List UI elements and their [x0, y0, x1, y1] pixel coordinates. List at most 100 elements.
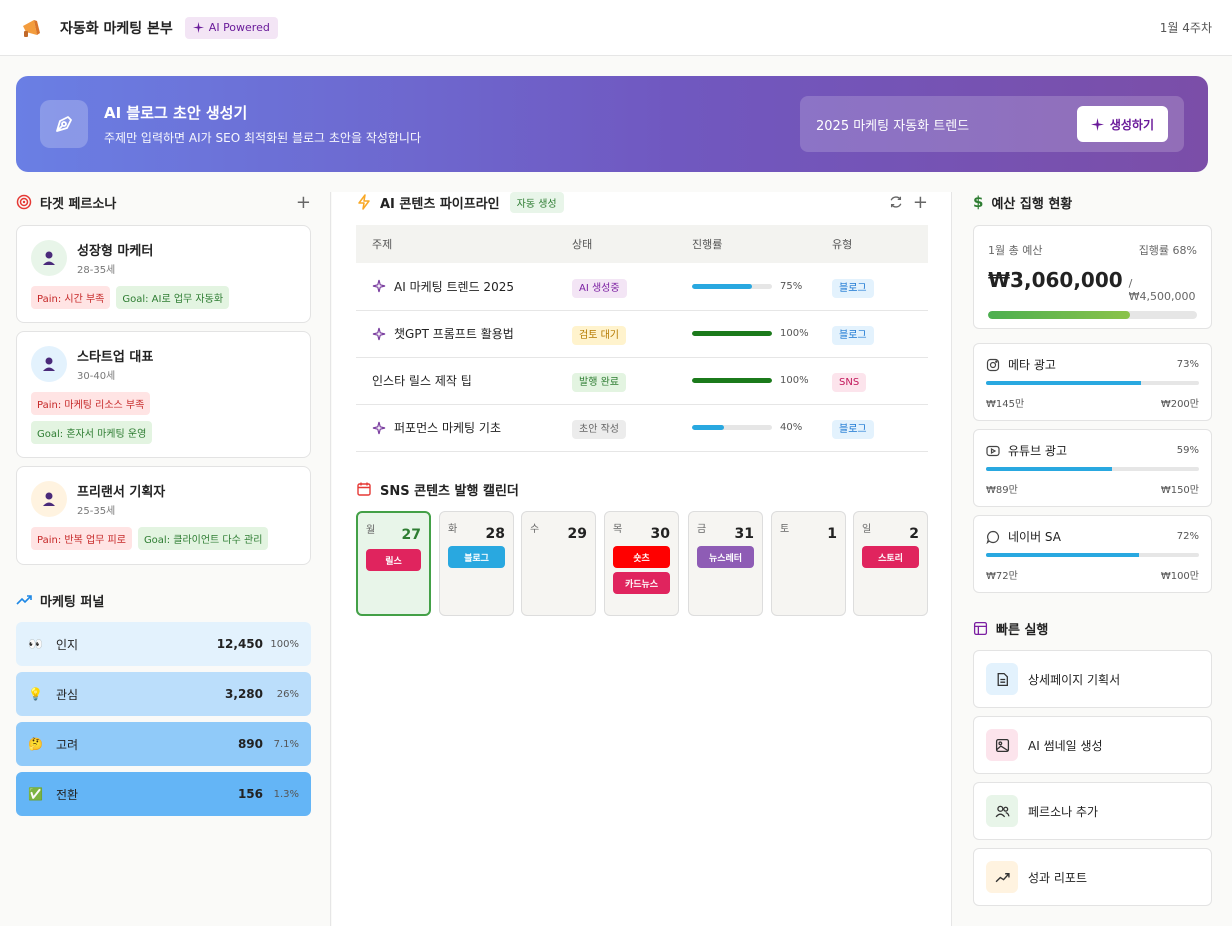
progress-fill [692, 378, 772, 383]
quick-action-add-persona[interactable]: 페르소나 추가 [973, 782, 1212, 840]
calendar-day[interactable]: 금 31 뉴스레터 [688, 511, 763, 616]
persona-name: 스타트업 대표 [77, 350, 154, 365]
persona-card[interactable]: 프리랜서 기획자 25-35세 Pain: 반복 업무 피로 Goal: 클라이… [16, 466, 311, 565]
column-header: 상태 [556, 225, 676, 263]
progress-bar [692, 283, 772, 289]
progress-fill [692, 283, 752, 289]
persona-card[interactable]: 스타트업 대표 30-40세 Pain: 마케팅 리소스 부족 Goal: 혼자… [16, 331, 311, 458]
dollar-icon: $ [973, 193, 984, 211]
funnel-stage: 💡 관심 3,280 26% [16, 672, 311, 716]
status-badge: AI 생성중 [572, 278, 627, 298]
calendar-day[interactable]: 월 27 릴스 [356, 511, 431, 616]
sparkle-icon [372, 421, 386, 434]
eyes-icon: 👀 [28, 637, 43, 651]
progress-fill [692, 331, 772, 336]
column-header: 유형 [816, 225, 928, 263]
progress-fill [692, 425, 724, 430]
content-chip[interactable]: 카드뉴스 [613, 572, 670, 594]
channel-card[interactable]: 유튜브 광고 59% ₩89만 ₩150만 [973, 429, 1212, 507]
goal-tag: Goal: AI로 업무 자동화 [116, 286, 230, 309]
quick-action-ai-thumbnail[interactable]: AI 썸네일 생성 [973, 716, 1212, 774]
topic-input-box[interactable]: 2025 마케팅 자동화 트렌드 생성하기 [800, 96, 1184, 152]
lightning-icon [358, 194, 370, 210]
chat-bubble-icon [986, 530, 1000, 544]
topic-cell: AI 마케팅 트렌드 2025 [394, 279, 514, 294]
user-icon [31, 481, 67, 517]
thinking-face-icon: 🤔 [28, 737, 43, 751]
calendar-day[interactable]: 목 30 숏츠 카드뉴스 [604, 511, 679, 616]
pain-tag: Pain: 반복 업무 피로 [31, 527, 132, 550]
type-badge: SNS [832, 372, 867, 392]
table-row[interactable]: AI 마케팅 트렌드 2025 AI 생성중 75% 블로그 [356, 263, 928, 311]
channel-progress-bar [986, 553, 1199, 557]
middle-column: AI 콘텐츠 파이프라인 자동 생성 + 주제 상태 진행률 유형 AI 마케팅… [332, 191, 952, 926]
sparkle-icon [1090, 117, 1104, 131]
calendar-day[interactable]: 일2 스토리 [853, 511, 928, 616]
users-icon [986, 795, 1018, 827]
banner-title: AI 블로그 초안 생성기 [104, 104, 248, 122]
type-badge: 블로그 [832, 278, 874, 298]
content-chip[interactable]: 블로그 [448, 546, 505, 568]
topic-cell: 퍼포먼스 마케팅 기초 [394, 421, 501, 435]
layout-icon [973, 621, 988, 635]
pain-tag: Pain: 시간 부족 [31, 286, 111, 309]
table-row[interactable]: 퍼포먼스 마케팅 기초 초안 작성 40% 블로그 [356, 404, 928, 452]
auto-generate-badge: 자동 생성 [509, 191, 564, 213]
trending-up-icon [986, 861, 1018, 893]
sparkle-icon [372, 280, 386, 293]
funnel-stage: 🤔 고려 890 7.1% [16, 722, 311, 766]
trending-up-icon [16, 595, 32, 605]
pen-tool-icon [40, 100, 88, 148]
status-badge: 초안 작성 [572, 420, 626, 439]
funnel-stage: 👀 인지 12,450 100% [16, 622, 311, 666]
content-chip[interactable]: 스토리 [862, 546, 919, 568]
persona-name: 프리랜서 기획자 [77, 485, 166, 500]
calendar-day[interactable]: 화 28 블로그 [439, 511, 514, 616]
goal-tag: Goal: 혼자서 마케팅 운영 [31, 421, 153, 444]
sparkle-icon [372, 327, 386, 340]
funnel-section-header: 마케팅 퍼널 [16, 590, 311, 610]
youtube-icon [986, 445, 1000, 456]
status-badge: 검토 대기 [572, 326, 626, 345]
goal-tag: Goal: 클라이언트 다수 관리 [137, 527, 269, 550]
table-row[interactable]: 챗GPT 프롬프트 활용법 검토 대기 100% 블로그 [356, 310, 928, 358]
budget-section-header: $ 예산 집행 현황 [973, 193, 1073, 212]
type-badge: 블로그 [832, 326, 874, 345]
quick-action-detail-page[interactable]: 상세페이지 기획서 [973, 650, 1212, 708]
calendar-day[interactable]: 토1 [771, 511, 846, 616]
persona-name: 성장형 마케터 [77, 244, 154, 259]
table-row[interactable]: 인스타 릴스 제작 팁 발행 완료 100% SNS [356, 357, 928, 405]
persona-age: 30-40세 [77, 371, 116, 382]
channel-card[interactable]: 네이버 SA 72% ₩72만 ₩100만 [973, 515, 1212, 593]
topic-input[interactable]: 2025 마케팅 자동화 트렌드 [816, 115, 969, 134]
refresh-icon[interactable] [889, 195, 903, 209]
progress-bar [692, 331, 772, 336]
channel-card[interactable]: 메타 광고 73% ₩145만 ₩200만 [973, 343, 1212, 421]
channel-progress-bar [986, 467, 1199, 471]
calendar-day[interactable]: 수 29 [521, 511, 596, 616]
megaphone-icon [23, 19, 40, 37]
content-chip[interactable]: 숏츠 [613, 546, 670, 568]
instagram-icon [986, 358, 1000, 371]
add-content-button[interactable]: + [913, 192, 928, 213]
persona-card[interactable]: 성장형 마케터 28-35세 Pain: 시간 부족 Goal: AI로 업무 … [16, 225, 311, 323]
persona-age: 28-35세 [77, 265, 116, 276]
right-column: $ 예산 집행 현황 1월 총 예산 집행률 68% ₩3,060,000/ ₩4… [953, 192, 1232, 926]
app-title: 자동화 마케팅 본부 [60, 20, 173, 37]
banner-subtitle: 주제만 입력하면 AI가 SEO 최적화된 블로그 초안을 작성합니다 [104, 131, 422, 145]
sparkle-icon [192, 22, 204, 33]
quick-action-performance-report[interactable]: 성과 리포트 [973, 848, 1212, 906]
content-chip[interactable]: 릴스 [366, 549, 421, 571]
generate-button[interactable]: 생성하기 [1076, 106, 1168, 142]
top-header: 자동화 마케팅 본부 AI Powered 1월 4주차 [0, 0, 1232, 56]
funnel-stage: ✅ 전환 156 1.3% [16, 772, 311, 816]
progress-bar [692, 378, 772, 383]
total-budget: / ₩4,500,000 [1128, 277, 1196, 303]
topic-cell: 챗GPT 프롬프트 활용법 [394, 327, 514, 341]
calendar-icon [357, 482, 371, 496]
week-label: 1월 4주차 [1159, 21, 1212, 35]
left-column: 타겟 페르소나 + 성장형 마케터 28-35세 Pain: 시간 부족 Goa… [0, 192, 331, 926]
pipeline-table: 주제 상태 진행률 유형 AI 마케팅 트렌드 2025 AI 생성중 75% … [356, 225, 928, 452]
content-chip[interactable]: 뉴스레터 [697, 546, 754, 568]
add-persona-button[interactable]: + [296, 192, 311, 213]
